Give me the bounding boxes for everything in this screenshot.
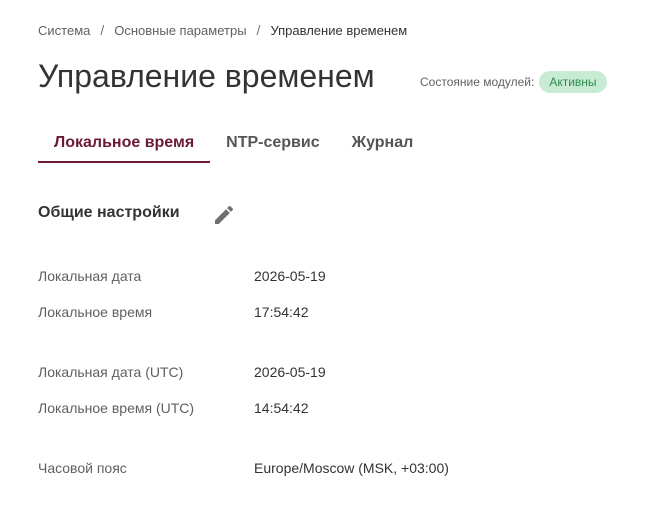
field-value: 14:54:42 (254, 400, 309, 416)
field-value: 17:54:42 (254, 304, 309, 320)
tab-ntp-service[interactable]: NTP-сервис (210, 124, 335, 162)
field-label: Локальное время (38, 304, 153, 320)
field-label: Локальное время (UTC) (38, 400, 195, 416)
field-label: Часовой пояс (38, 460, 127, 476)
page: Система / Основные параметры / Управлени… (0, 0, 646, 514)
tab-local-time[interactable]: Локальное время (38, 124, 211, 163)
field-label: Локальная дата (38, 268, 142, 284)
edit-button[interactable] (212, 203, 236, 227)
tab-journal[interactable]: Журнал (336, 124, 430, 162)
status-badge: Активны (539, 71, 607, 93)
breadcrumb-separator: / (100, 22, 105, 38)
field-value: 2026-05-19 (254, 268, 326, 284)
tab-bar: Локальное время NTP-сервис Журнал (38, 124, 429, 163)
breadcrumb-item-system[interactable]: Система (38, 23, 90, 38)
field-label: Локальная дата (UTC) (38, 364, 184, 380)
field-value: Europe/Moscow (MSK, +03:00) (254, 460, 449, 476)
field-value: 2026-05-19 (254, 364, 326, 380)
breadcrumb-item-basic-settings[interactable]: Основные параметры (114, 23, 246, 38)
module-state: Состояние модулей: Активны (420, 71, 607, 93)
section-title: Общие настройки (38, 204, 180, 221)
breadcrumb-item-current: Управление временем (270, 22, 408, 38)
breadcrumb: Система / Основные параметры / Управлени… (38, 22, 407, 38)
page-title: Управление временем (38, 58, 375, 94)
pencil-icon (215, 205, 234, 224)
module-state-label: Состояние модулей: (420, 75, 535, 89)
breadcrumb-separator: / (256, 22, 261, 38)
